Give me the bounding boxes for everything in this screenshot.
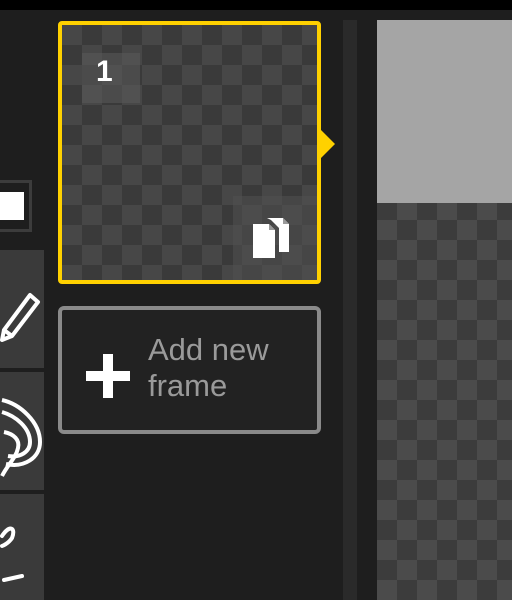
stroke-tool-button[interactable] [0,494,44,600]
frame-number-badge: 1 [82,53,140,103]
frame-number: 1 [96,55,113,88]
canvas-overlay [377,20,512,203]
lasso-icon [0,398,43,477]
selected-frame-pointer [321,130,335,158]
duplicate-frame-button[interactable] [233,196,317,280]
add-new-frame-button[interactable]: Add new frame [58,306,321,434]
app-window: 1 Add new frame [0,0,512,600]
lasso-tool-button[interactable] [0,372,44,490]
drawing-canvas[interactable] [377,20,512,600]
pen-icon [0,293,40,342]
pen-tool-button[interactable] [0,250,44,368]
stroke-icon [0,526,24,582]
top-bar [0,0,512,10]
copy-icon [253,218,289,258]
plus-icon [86,354,130,398]
primary-color-swatch[interactable] [0,192,24,220]
frames-scrollbar[interactable] [343,20,357,600]
add-new-frame-label: Add new frame [148,332,269,403]
frame-thumbnail[interactable]: 1 [58,21,321,284]
